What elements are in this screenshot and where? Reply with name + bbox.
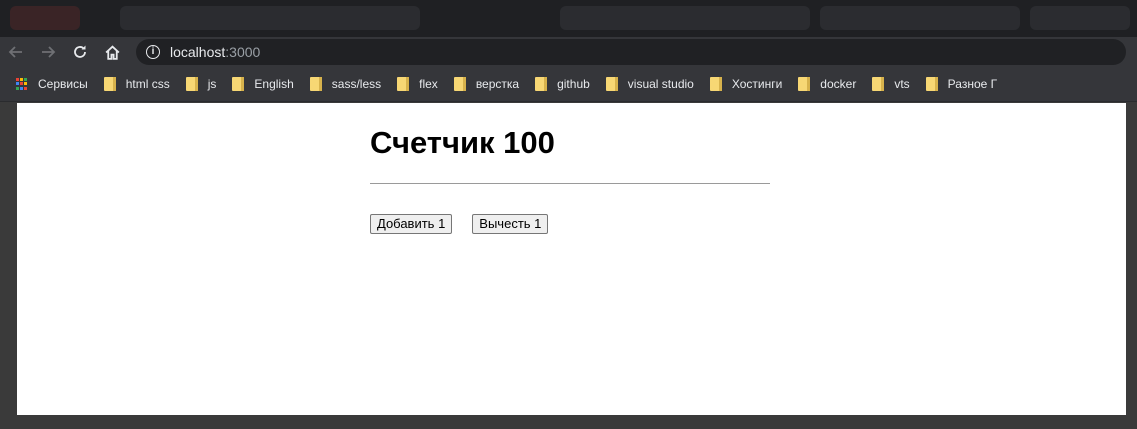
bookmark-label: Сервисы <box>38 77 88 91</box>
folder-icon <box>103 77 116 91</box>
bookmark-flex[interactable]: flex <box>397 77 438 91</box>
bookmark-label: visual studio <box>627 77 694 91</box>
bookmark-sass-less[interactable]: sass/less <box>309 77 382 91</box>
bookmark-label: html css <box>125 77 170 91</box>
address-port: :3000 <box>225 44 261 60</box>
counter-app: Счетчик 100 Добавить 1 Вычесть 1 <box>370 125 770 234</box>
bookmark-html-css[interactable]: html css <box>103 77 170 91</box>
reload-button[interactable] <box>64 37 96 67</box>
arrow-right-icon <box>42 46 56 58</box>
folder-icon <box>309 77 322 91</box>
folder-icon <box>232 77 245 91</box>
bookmark-hostings[interactable]: Хостинги <box>709 77 783 91</box>
info-icon[interactable]: i <box>146 45 160 59</box>
bookmark-js[interactable]: js <box>185 77 217 91</box>
arrow-left-icon <box>8 46 22 58</box>
bookmark-visual-studio[interactable]: visual studio <box>605 77 694 91</box>
bookmark-label: Хостинги <box>731 77 783 91</box>
folder-icon <box>925 77 938 91</box>
address-host: localhost <box>170 44 226 60</box>
home-icon <box>105 44 119 60</box>
bookmark-docker[interactable]: docker <box>798 77 856 91</box>
tab-strip <box>0 0 1137 37</box>
bookmark-english[interactable]: English <box>232 77 294 91</box>
folder-icon <box>798 77 811 91</box>
home-button[interactable] <box>96 37 128 67</box>
bookmark-services[interactable]: Сервисы <box>16 77 88 91</box>
address-bar[interactable]: i localhost:3000 <box>136 39 1126 65</box>
folder-icon <box>535 77 548 91</box>
bookmark-label: js <box>207 77 217 91</box>
folder-icon <box>185 77 198 91</box>
folder-icon <box>872 77 885 91</box>
add-button[interactable]: Добавить 1 <box>370 214 453 234</box>
bookmark-label: sass/less <box>331 77 382 91</box>
apps-grid-icon <box>16 78 28 90</box>
bookmark-label: Разное Г <box>947 77 998 91</box>
folder-icon <box>397 77 410 91</box>
tab-blurred[interactable] <box>560 6 810 30</box>
back-button[interactable] <box>0 37 32 67</box>
folder-icon <box>605 77 618 91</box>
bookmarks-bar: Сервисы html css js English sass/less fl… <box>0 67 1137 102</box>
tab-blurred[interactable] <box>1030 6 1130 30</box>
bookmark-label: English <box>254 77 294 91</box>
bookmark-github[interactable]: github <box>535 77 590 91</box>
bookmark-label: docker <box>820 77 857 91</box>
subtract-button[interactable]: Вычесть 1 <box>472 214 549 234</box>
bookmark-verstka[interactable]: верстка <box>453 77 520 91</box>
page-title: Счетчик 100 <box>370 125 555 160</box>
folder-icon <box>453 77 466 91</box>
forward-button[interactable] <box>32 37 64 67</box>
tab-blurred[interactable] <box>820 6 1020 30</box>
bookmark-misc[interactable]: Разное Г <box>925 77 998 91</box>
tab-blurred[interactable] <box>10 6 80 30</box>
bookmark-label: vts <box>894 77 910 91</box>
tab-blurred[interactable] <box>120 6 420 30</box>
bookmark-label: github <box>557 77 590 91</box>
bookmark-label: flex <box>419 77 438 91</box>
bookmark-vts[interactable]: vts <box>872 77 910 91</box>
reload-icon <box>74 45 86 58</box>
button-row: Добавить 1 Вычесть 1 <box>370 214 770 234</box>
browser-toolbar: i localhost:3000 <box>0 37 1137 67</box>
bookmark-label: верстка <box>475 77 520 91</box>
divider <box>370 183 770 184</box>
folder-icon <box>709 77 722 91</box>
page-viewport: Счетчик 100 Добавить 1 Вычесть 1 <box>17 103 1126 415</box>
